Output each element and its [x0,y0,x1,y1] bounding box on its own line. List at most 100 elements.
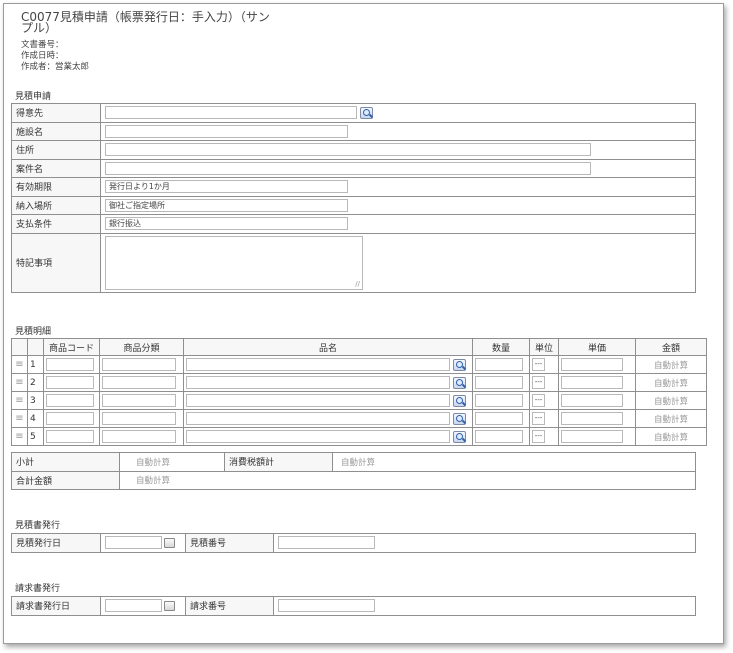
table-row: ≡ 3 --- 自動計算 [11,391,707,410]
product-category-input[interactable] [102,358,176,371]
page-title: C0077見積申請（帳票発行日：手入力）（サンプル） [21,10,270,35]
quote-request-table: 得意先 施設名 住所 案件名 有効期限 発行日より1か月 納入場所 御社ご指定場… [11,103,696,293]
invoice-date-label: 請求書発行日 [11,596,101,616]
calendar-icon[interactable] [164,600,175,611]
search-icon[interactable] [452,412,466,425]
subtotal-label: 小計 [11,452,120,472]
notes-textarea[interactable]: // [105,235,363,290]
validity-input[interactable]: 発行日より1か月 [105,180,348,194]
invoice-date-input[interactable] [105,599,162,613]
quote-date-label: 見積発行日 [11,533,101,553]
invoice-issue-heading: 請求書発行 [15,584,61,594]
details-table: 商品コード 商品分類 品名 数量 単位 単価 金額 ≡ 1 --- 自動計算 ≡ 2 -… [11,338,707,446]
unit-select[interactable]: --- [532,358,545,371]
product-code-input[interactable] [46,358,94,371]
item-name-input[interactable] [186,376,450,389]
product-category-input[interactable] [102,394,176,407]
column-header-unit-price: 単価 [558,338,636,356]
table-row: ≡ 4 --- 自動計算 [11,409,707,428]
column-header-product-code: 商品コード [43,338,100,356]
product-category-input[interactable] [102,430,176,443]
item-name-input[interactable] [186,430,450,443]
delivery-input[interactable]: 御社ご指定場所 [105,198,348,212]
quantity-input[interactable] [475,430,523,443]
product-code-input[interactable] [46,394,94,407]
quote-date-input[interactable] [105,536,162,550]
product-code-input[interactable] [46,376,94,389]
search-icon[interactable] [452,430,466,443]
product-code-input[interactable] [46,412,94,425]
details-heading: 見積明細 [15,327,52,337]
facility-input[interactable] [105,124,348,138]
customer-input[interactable] [105,106,357,120]
column-header-item-name: 品名 [183,338,473,356]
project-label: 案件名 [11,158,101,178]
row-number: 2 [27,373,44,392]
unit-price-input[interactable] [561,358,623,371]
quote-number-input[interactable] [278,536,375,550]
totals-table: 小計 自動計算 消費税額計 自動計算 合計金額 自動計算 [11,452,696,490]
search-icon[interactable] [359,106,373,119]
drag-handle-icon[interactable]: ≡ [11,427,28,446]
table-row: ≡ 1 --- 自動計算 [11,355,707,374]
resize-grip-icon[interactable]: // [355,280,360,288]
quantity-input[interactable] [475,394,523,407]
invoice-issue-table: 請求書発行日 請求番号 [11,596,696,616]
subtotal-value: 自動計算 [119,452,225,472]
total-value: 自動計算 [119,470,696,490]
address-input[interactable] [105,143,591,157]
amount-value: 自動計算 [635,427,707,446]
unit-price-input[interactable] [561,430,623,443]
row-number: 5 [27,427,44,446]
author-value: 営業太郎 [55,62,90,72]
unit-price-input[interactable] [561,412,623,425]
unit-select[interactable]: --- [532,430,545,443]
invoice-number-input[interactable] [278,599,375,613]
quote-issue-table: 見積発行日 見積番号 [11,533,696,553]
doc-number-label: 文書番号： [21,40,64,50]
row-number: 1 [27,355,44,374]
search-icon[interactable] [452,358,466,371]
notes-label: 特記事項 [11,232,101,293]
table-row: ≡ 5 --- 自動計算 [11,427,707,446]
search-icon[interactable] [452,376,466,389]
unit-price-input[interactable] [561,376,623,389]
validity-label: 有効期限 [11,177,101,197]
quantity-input[interactable] [475,358,523,371]
quote-request-heading: 見積申請 [15,92,52,102]
amount-value: 自動計算 [635,355,707,374]
created-at-label: 作成日時： [21,51,64,61]
product-category-input[interactable] [102,412,176,425]
quantity-input[interactable] [475,376,523,389]
facility-label: 施設名 [11,121,101,141]
table-row: ≡ 2 --- 自動計算 [11,373,707,392]
product-category-input[interactable] [102,376,176,389]
quote-number-label: 見積番号 [185,533,274,553]
column-header-quantity: 数量 [472,338,530,356]
quote-issue-heading: 見積書発行 [15,521,61,531]
quantity-input[interactable] [475,412,523,425]
search-icon[interactable] [452,394,466,407]
payment-label: 支払条件 [11,214,101,234]
tax-label: 消費税額計 [224,452,333,472]
unit-select[interactable]: --- [532,412,545,425]
unit-select[interactable]: --- [532,394,545,407]
drag-handle-icon[interactable]: ≡ [11,355,28,374]
address-label: 住所 [11,140,101,160]
column-header-drag [11,338,28,356]
amount-value: 自動計算 [635,391,707,410]
payment-input[interactable]: 銀行振込 [105,217,348,231]
column-header-no [27,338,44,356]
tax-value: 自動計算 [332,452,696,472]
item-name-input[interactable] [186,412,450,425]
drag-handle-icon[interactable]: ≡ [11,373,28,392]
item-name-input[interactable] [186,394,450,407]
project-input[interactable] [105,161,591,175]
drag-handle-icon[interactable]: ≡ [11,391,28,410]
drag-handle-icon[interactable]: ≡ [11,409,28,428]
calendar-icon[interactable] [164,537,175,548]
item-name-input[interactable] [186,358,450,371]
unit-price-input[interactable] [561,394,623,407]
product-code-input[interactable] [46,430,94,443]
unit-select[interactable]: --- [532,376,545,389]
